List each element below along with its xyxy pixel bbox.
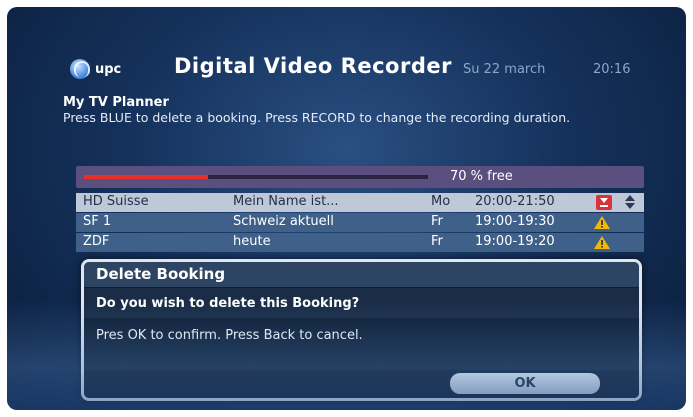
warning-icon — [593, 215, 611, 230]
dialog-question-bar: Do you wish to delete this Booking? — [84, 288, 639, 318]
upc-logo-icon — [70, 59, 90, 79]
current-date: Su 22 march — [463, 62, 546, 77]
booking-title: Schweiz aktuell — [233, 214, 334, 229]
ok-button[interactable]: OK — [450, 373, 600, 394]
booking-channel: SF 1 — [83, 214, 112, 229]
booking-time: 19:00-19:20 — [475, 234, 555, 249]
section-heading: My TV Planner — [63, 95, 169, 110]
booking-time: 20:00-21:50 — [475, 194, 555, 209]
delete-booking-dialog: Delete Booking Do you wish to delete thi… — [81, 259, 642, 401]
warning-icon — [593, 235, 611, 250]
storage-free-label: 70 % free — [450, 169, 513, 184]
booking-row-sf1[interactable]: SF 1 Schweiz aktuell Fr 19:00-19:30 — [76, 213, 644, 232]
booking-row-zdf[interactable]: ZDF heute Fr 19:00-19:20 — [76, 233, 644, 252]
dialog-title: Delete Booking — [96, 265, 226, 283]
storage-bar — [84, 175, 428, 179]
dialog-footer: OK — [84, 370, 639, 398]
dialog-message: Pres OK to confirm. Press Back to cancel… — [96, 328, 363, 343]
booking-channel: ZDF — [83, 234, 110, 249]
tv-screen: upc Digital Video Recorder Su 22 march 2… — [7, 7, 686, 410]
booking-day: Mo — [431, 194, 451, 209]
booking-time: 19:00-19:30 — [475, 214, 555, 229]
record-icon — [596, 195, 612, 210]
instructions-text: Press BLUE to delete a booking. Press RE… — [63, 110, 571, 125]
scroll-arrows-icon[interactable] — [623, 195, 637, 210]
booking-day: Fr — [431, 214, 443, 229]
booking-list: HD Suisse Mein Name ist... Mo 20:00-21:5… — [76, 193, 644, 253]
storage-bar-fill — [84, 175, 208, 179]
booking-row-hd-suisse[interactable]: HD Suisse Mein Name ist... Mo 20:00-21:5… — [76, 193, 644, 212]
dialog-header: Delete Booking — [84, 262, 639, 287]
booking-channel: HD Suisse — [83, 194, 149, 209]
current-time: 20:16 — [593, 62, 631, 77]
booking-day: Fr — [431, 234, 443, 249]
upc-logo: upc — [70, 59, 121, 79]
storage-indicator: 70 % free — [76, 166, 644, 188]
booking-title: heute — [233, 234, 271, 249]
booking-title: Mein Name ist... — [233, 194, 339, 209]
page-title: Digital Video Recorder — [174, 54, 452, 78]
logo-text: upc — [95, 61, 122, 77]
dialog-question: Do you wish to delete this Booking? — [96, 296, 360, 311]
